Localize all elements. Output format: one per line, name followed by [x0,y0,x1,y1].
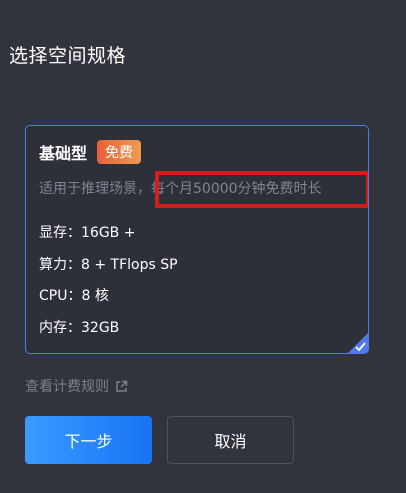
spec-value: 8 + TFlops SP [81,257,178,273]
billing-rules-link[interactable]: 查看计费规则 [25,376,128,396]
spec-vram: 显存：16GB + [39,222,135,242]
spec-label: 显存： [39,225,81,241]
plan-card-basic[interactable]: 基础型 免费 适用于推理场景，每个月50000分钟免费时长 显存：16GB + … [25,125,369,354]
spec-label: CPU： [39,288,82,304]
plan-name: 基础型 [39,144,88,163]
spec-value: 32GB [81,320,120,336]
billing-rules-label: 查看计费规则 [25,379,109,395]
space-spec-dialog: 选择空间规格 基础型 免费 适用于推理场景，每个月50000分钟免费时长 显存：… [0,0,406,493]
checkmark-icon [355,342,366,352]
page-title: 选择空间规格 [9,45,127,67]
spec-label: 算力： [39,257,81,273]
spec-cpu: CPU：8 核 [39,285,109,305]
spec-value: 16GB + [81,225,136,241]
spec-label: 内存： [39,320,81,336]
external-link-icon [116,380,128,392]
free-badge: 免费 [97,140,142,164]
spec-memory: 内存：32GB [39,317,119,337]
spec-compute: 算力：8 + TFlops SP [39,254,178,274]
spec-value: 8 核 [81,288,109,304]
cancel-button[interactable]: 取消 [167,416,294,464]
annotation-highlight-box [155,171,368,208]
plan-card-header: 基础型 免费 [39,140,142,164]
next-button[interactable]: 下一步 [25,416,152,464]
